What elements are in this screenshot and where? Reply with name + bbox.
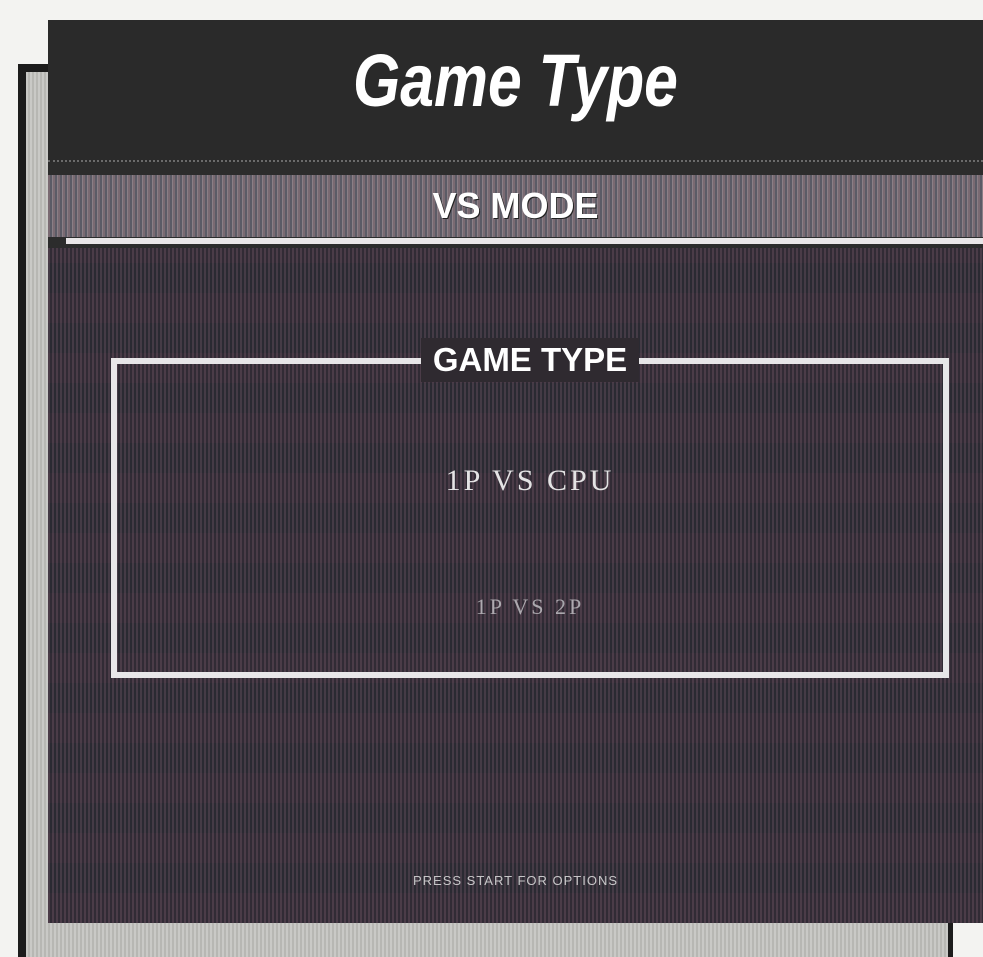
page-corner [955, 924, 983, 957]
game-type-frame: GAME TYPE 1P VS CPU 1P VS 2P [111, 338, 949, 678]
page-title: Game Type [353, 39, 678, 122]
mode-divider [66, 238, 983, 244]
game-type-legend: GAME TYPE [117, 338, 943, 382]
mode-label: VS MODE [432, 185, 599, 226]
mode-band: VS MODE [48, 175, 983, 237]
game-type-legend-label: GAME TYPE [420, 338, 640, 382]
option-1p-vs-2p[interactable]: 1P VS 2P [117, 594, 943, 620]
option-1p-vs-cpu[interactable]: 1P VS CPU [117, 464, 943, 498]
game-screen: Game Type VS MODE GAME TYPE 1P VS CPU 1P… [48, 20, 983, 923]
title-bar: Game Type [48, 20, 983, 162]
press-start-hint: PRESS START FOR OPTIONS [412, 873, 619, 888]
